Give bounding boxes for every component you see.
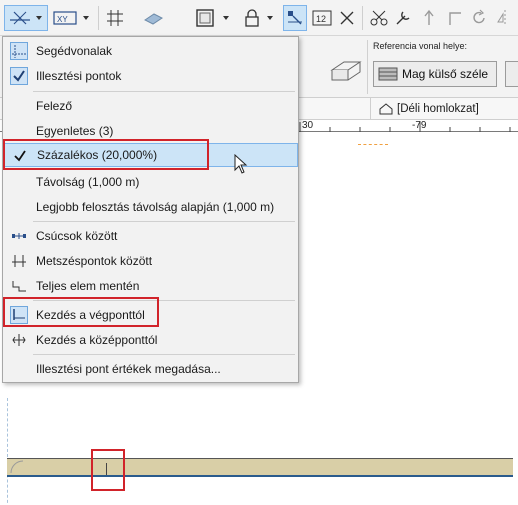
corner-button[interactable] xyxy=(444,5,466,31)
view-frame-button[interactable] xyxy=(192,5,236,31)
annotation-highlight-start-endpoint xyxy=(3,297,159,327)
arrow-up-icon xyxy=(424,9,434,25)
reference-line-extra[interactable] xyxy=(505,61,518,87)
mouse-cursor-icon xyxy=(234,154,248,174)
menu-item-guide-lines[interactable]: Segédvonalak xyxy=(4,39,298,63)
guide-lines-button[interactable] xyxy=(4,5,48,31)
ruler-label-2: -79 xyxy=(412,120,427,131)
rotate-icon xyxy=(473,9,485,24)
snap-options-menu: Segédvonalak Illesztési pontok Felező Eg… xyxy=(2,36,299,383)
annotation-highlight-snap xyxy=(91,449,125,491)
wrench-icon xyxy=(396,11,410,25)
cross-icon xyxy=(340,11,354,25)
menu-item-label: Egyenletes (3) xyxy=(36,124,114,138)
entire-element-icon xyxy=(10,277,28,295)
menu-separator xyxy=(33,91,295,92)
menu-item-entire-element[interactable]: Teljes elem mentén xyxy=(4,274,298,298)
menu-item-distance[interactable]: Távolság (1,000 m) xyxy=(4,170,298,194)
reference-line-dropdown[interactable]: Mag külső széle xyxy=(373,61,497,87)
frame-icon xyxy=(196,9,229,27)
toolbar: XY 12 xyxy=(0,0,518,36)
menu-item-start-from-midpoint[interactable]: Kezdés a középponttól xyxy=(4,328,298,352)
guide-lines-icon xyxy=(10,42,28,60)
checkmark-icon xyxy=(10,67,28,85)
corner-icon xyxy=(449,12,461,25)
scissors-icon xyxy=(370,10,388,26)
rotate-button[interactable] xyxy=(468,5,490,31)
orange-guide-mark xyxy=(358,144,388,145)
menu-item-set-snap-values[interactable]: Illesztési pont értékek megadása... xyxy=(4,357,298,381)
svg-text:12: 12 xyxy=(316,14,326,24)
tab-deli-homlokzat[interactable]: [Déli homlokzat] xyxy=(370,98,518,120)
reference-line-value: Mag külső széle xyxy=(402,67,489,81)
menu-item-label: Segédvonalak xyxy=(36,44,113,58)
layers-icon xyxy=(144,13,163,25)
menu-item-between-vertices[interactable]: Csúcsok között xyxy=(4,224,298,248)
menu-item-between-intersections[interactable]: Metszéspontok között xyxy=(4,249,298,273)
menu-item-label: Távolság (1,000 m) xyxy=(36,175,140,189)
cross-button[interactable] xyxy=(336,5,358,31)
menu-item-label: Csúcsok között xyxy=(36,229,118,243)
lock-button[interactable] xyxy=(240,5,280,31)
geometry-panel xyxy=(300,40,368,94)
between-intersections-icon xyxy=(10,252,28,270)
tab-label: [Déli homlokzat] xyxy=(397,103,479,115)
menu-item-snap-points[interactable]: Illesztési pontok xyxy=(4,64,298,88)
menu-item-label: Kezdés a középponttól xyxy=(36,333,158,347)
wall-end-arc xyxy=(10,460,24,474)
menu-separator xyxy=(33,354,295,355)
wall-element[interactable] xyxy=(7,458,513,477)
menu-separator xyxy=(33,221,295,222)
between-vertices-icon xyxy=(10,227,28,245)
guide-line-vertical xyxy=(7,398,8,505)
mirror-button[interactable] xyxy=(494,5,516,31)
ruler-label-1: 30 xyxy=(302,120,314,131)
menu-item-midpoint[interactable]: Felező xyxy=(4,94,298,118)
structure-icon xyxy=(288,11,302,25)
menu-item-label: Teljes elem mentén xyxy=(36,279,140,293)
start-from-midpoint-icon xyxy=(10,331,28,349)
grid-snap-button[interactable] xyxy=(102,5,128,31)
elevate-button[interactable] xyxy=(418,5,440,31)
dimension-units-button[interactable]: 12 xyxy=(310,5,334,31)
menu-item-label: Illesztési pont értékek megadása... xyxy=(36,362,221,376)
units-icon: 12 xyxy=(312,10,332,26)
reference-line-label: Referencia vonal helye: xyxy=(373,41,468,51)
structure-button[interactable] xyxy=(283,5,307,31)
grid-icon xyxy=(107,10,123,26)
snap-points-button[interactable]: XY xyxy=(50,5,94,31)
menu-item-best-division[interactable]: Legjobb felosztás távolság alapján (1,00… xyxy=(4,195,298,219)
guide-lines-icon xyxy=(10,11,42,25)
menu-item-label: Felező xyxy=(36,99,73,113)
house-icon xyxy=(379,103,393,115)
svg-text:XY: XY xyxy=(57,15,68,24)
lock-icon xyxy=(245,9,273,27)
menu-item-label: Illesztési pontok xyxy=(36,69,122,83)
wall-hatch-icon xyxy=(378,67,398,81)
menu-item-label: Legjobb felosztás távolság alapján (1,00… xyxy=(36,200,275,214)
annotation-highlight-percentage xyxy=(3,139,209,170)
mirror-icon xyxy=(497,10,506,26)
app-window: XY 12 Referencia vonal helye: Mag külső … xyxy=(0,0,518,505)
adjust-button[interactable] xyxy=(392,5,414,31)
snap-points-icon: XY xyxy=(53,11,89,25)
split-button[interactable] xyxy=(368,5,390,31)
menu-item-label: Metszéspontok között xyxy=(36,254,153,268)
layers-button[interactable] xyxy=(140,5,166,31)
